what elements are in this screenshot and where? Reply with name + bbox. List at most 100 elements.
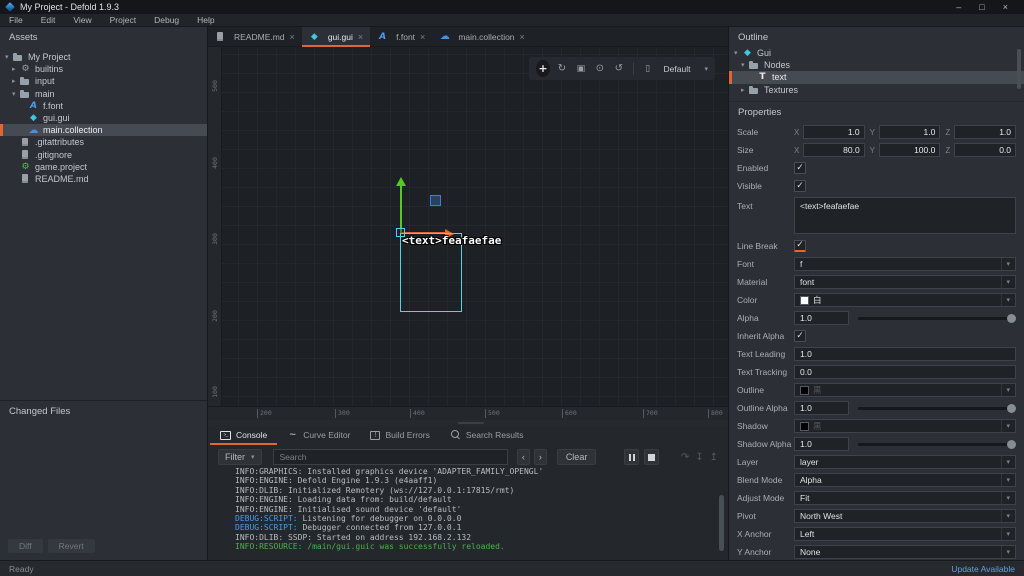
slider-knob[interactable] [1007, 404, 1016, 413]
tab-close-icon[interactable]: × [420, 32, 425, 42]
size-y-input[interactable] [879, 143, 941, 157]
outline-row-textures[interactable]: Textures [729, 84, 1024, 95]
outline-row-gui[interactable]: Gui [729, 47, 1024, 59]
tab-build-errors[interactable]: Build Errors [360, 425, 439, 445]
slider-knob[interactable] [1007, 440, 1016, 449]
shadow-alpha-slider[interactable] [858, 437, 1016, 451]
outline-alpha-input[interactable] [794, 401, 849, 415]
asset-row-gui-gui[interactable]: gui.gui [0, 112, 207, 124]
x-anchor-dropdown[interactable]: Left ▾ [794, 527, 1016, 541]
console-search-input[interactable] [273, 449, 508, 465]
alpha-slider[interactable] [858, 311, 1016, 325]
pause-icon[interactable] [624, 449, 639, 465]
color-dropdown[interactable]: 白 ▾ [794, 293, 1016, 307]
menu-debug[interactable]: Debug [145, 15, 188, 25]
alpha-input[interactable] [794, 311, 849, 325]
slider-knob[interactable] [1007, 314, 1016, 323]
next-match-button[interactable]: › [534, 449, 547, 465]
text-leading-input[interactable] [794, 347, 1016, 361]
tab-console[interactable]: Console [210, 425, 277, 445]
menu-project[interactable]: Project [101, 15, 145, 25]
outline-color-dropdown[interactable]: 黒 ▾ [794, 383, 1016, 397]
scene-canvas[interactable]: Default ▾ <text>feafaefae [222, 47, 728, 406]
menu-help[interactable]: Help [188, 15, 223, 25]
scale-z-input[interactable] [954, 125, 1016, 139]
asset-row-gitignore[interactable]: .gitignore [0, 149, 207, 161]
size-z-input[interactable] [954, 143, 1016, 157]
step-over-icon[interactable]: ↷ [681, 452, 689, 463]
move-tool-icon[interactable] [536, 60, 550, 77]
enabled-checkbox[interactable] [794, 162, 806, 174]
chevron-down-icon[interactable]: ▾ [704, 65, 708, 73]
material-dropdown[interactable]: font ▾ [794, 275, 1016, 289]
step-into-icon[interactable]: ↧ [695, 452, 703, 463]
tab-close-icon[interactable]: × [290, 32, 295, 42]
blend-mode-dropdown[interactable]: Alpha ▾ [794, 473, 1016, 487]
console-log[interactable]: INFO:GRAPHICS: Installed graphics device… [208, 467, 728, 560]
revert-button[interactable]: Revert [48, 539, 95, 553]
camera-preset-value[interactable]: Default [664, 64, 691, 74]
asset-row-f-font[interactable]: f.font [0, 100, 207, 112]
menu-edit[interactable]: Edit [32, 15, 65, 25]
adjust-mode-dropdown[interactable]: Fit ▾ [794, 491, 1016, 505]
menu-view[interactable]: View [64, 15, 100, 25]
update-available-link[interactable]: Update Available [951, 564, 1015, 574]
diff-button[interactable]: Diff [8, 539, 43, 553]
visible-checkbox[interactable] [794, 180, 806, 192]
filter-button[interactable]: Filter ▾ [218, 449, 262, 465]
frame-selection-icon[interactable] [612, 60, 626, 77]
rotate-tool-icon[interactable] [555, 60, 569, 77]
tab-curve-editor[interactable]: Curve Editor [277, 425, 360, 445]
asset-row-main[interactable]: main [0, 88, 207, 100]
asset-row-builtins[interactable]: builtins [0, 63, 207, 75]
expander-open-icon[interactable] [5, 53, 13, 61]
tab-gui-gui[interactable]: gui.gui × [302, 27, 370, 46]
font-dropdown[interactable]: f ▾ [794, 257, 1016, 271]
expander-open-icon[interactable] [734, 49, 742, 57]
asset-row-readme[interactable]: README.md [0, 173, 207, 185]
close-icon[interactable]: × [1003, 2, 1008, 12]
shadow-color-dropdown[interactable]: 黒 ▾ [794, 419, 1016, 433]
stop-icon[interactable] [644, 449, 659, 465]
menu-file[interactable]: File [0, 15, 32, 25]
expander-closed-icon[interactable] [741, 86, 749, 94]
pivot-dropdown[interactable]: North West ▾ [794, 509, 1016, 523]
prev-match-button[interactable]: ‹ [517, 449, 530, 465]
asset-row-input[interactable]: input [0, 75, 207, 87]
asset-row-game-project[interactable]: game.project [0, 161, 207, 173]
clear-console-button[interactable]: Clear [557, 449, 597, 465]
outline-alpha-slider[interactable] [858, 401, 1016, 415]
y-axis-gizmo[interactable] [400, 186, 402, 233]
outline-row-nodes[interactable]: Nodes [729, 59, 1024, 71]
visibility-filter-icon[interactable] [593, 60, 607, 77]
text-node-content[interactable]: <text>feafaefae [402, 234, 501, 247]
inherit-alpha-checkbox[interactable] [794, 330, 806, 342]
shadow-alpha-input[interactable] [794, 437, 849, 451]
expander-closed-icon[interactable] [12, 77, 20, 85]
asset-row-main-collection[interactable]: main.collection [0, 124, 207, 136]
maximize-icon[interactable]: □ [979, 2, 984, 12]
scale-y-input[interactable] [879, 125, 941, 139]
tab-close-icon[interactable]: × [358, 32, 363, 42]
step-out-icon[interactable]: ↥ [710, 452, 718, 463]
scale-x-input[interactable] [803, 125, 865, 139]
outline-scrollbar[interactable] [1017, 49, 1021, 89]
text-value-input[interactable]: <text>feafaefae [794, 197, 1016, 234]
expander-open-icon[interactable] [12, 90, 20, 98]
scale-tool-icon[interactable] [574, 60, 588, 77]
asset-row-my-project[interactable]: My Project [0, 51, 207, 63]
layer-dropdown[interactable]: layer ▾ [794, 455, 1016, 469]
console-scrollbar[interactable] [719, 495, 724, 551]
text-tracking-input[interactable] [794, 365, 1016, 379]
camera-perspective-icon[interactable] [641, 60, 655, 77]
tab-f-font[interactable]: f.font × [370, 27, 432, 46]
tab-close-icon[interactable]: × [520, 32, 525, 42]
gui-node-anchor-box[interactable] [430, 195, 441, 206]
minimize-icon[interactable]: – [956, 2, 961, 12]
asset-row-gitattributes[interactable]: .gitattributes [0, 136, 207, 148]
expander-closed-icon[interactable] [12, 65, 20, 73]
tab-readme[interactable]: README.md × [208, 27, 302, 46]
expander-open-icon[interactable] [741, 61, 749, 69]
tab-main-collection[interactable]: main.collection × [432, 27, 532, 46]
line-break-checkbox[interactable] [794, 240, 806, 252]
